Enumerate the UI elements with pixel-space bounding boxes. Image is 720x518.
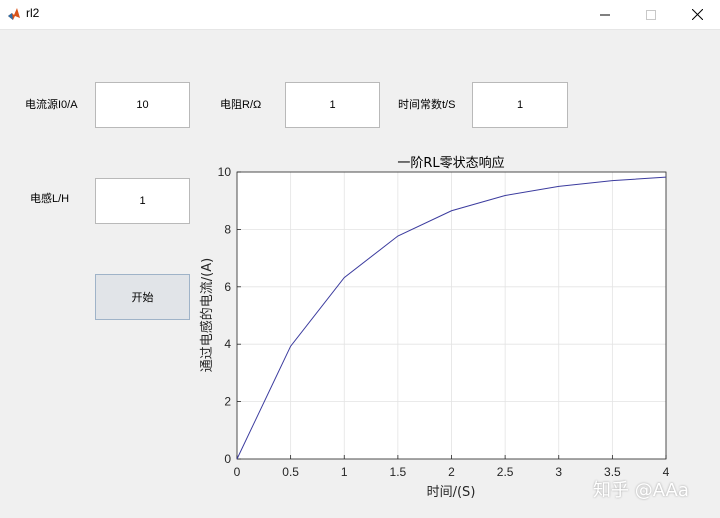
x-tick-label: 0 [234,465,241,479]
chart-title: 一阶RL零状态响应 [397,155,504,171]
x-tick-label: 3 [555,465,562,479]
x-axis-label: 时间/(S) [427,485,476,500]
y-tick-label: 0 [224,452,231,466]
x-tick-label: 2 [448,465,455,479]
x-tick-label: 2.5 [497,465,514,479]
x-tick-label: 0.5 [282,465,299,479]
y-axis-label: 通过电感的电流/(A) [199,258,215,372]
x-tick-label: 1.5 [390,465,407,479]
y-tick-label: 8 [224,222,231,236]
y-tick-label: 2 [224,395,231,409]
y-tick-label: 6 [224,280,231,294]
x-tick-label: 1 [341,465,348,479]
response-chart: 0 0.5 1 1.5 2 2.5 3 3.5 40246810 一阶RL零状态响应 时间/(S… [199,155,670,500]
y-tick-label: 10 [218,165,232,179]
y-tick-label: 4 [224,337,231,351]
watermark: 知乎 @AAa [593,480,689,501]
